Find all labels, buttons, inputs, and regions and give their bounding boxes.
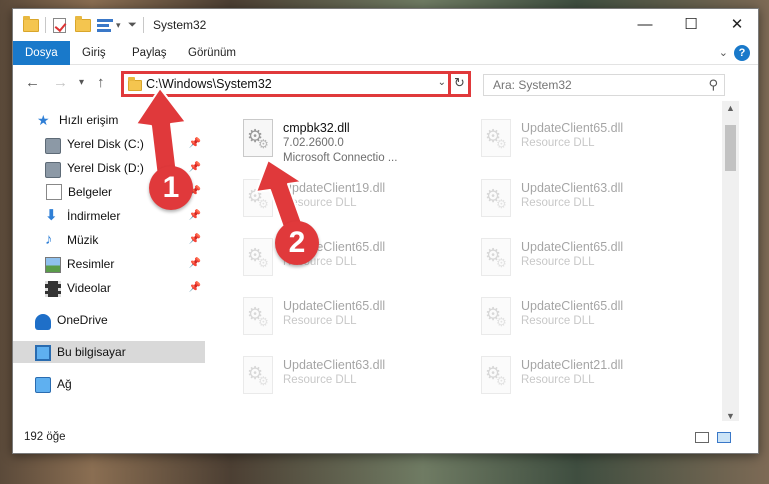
separator — [45, 17, 46, 33]
file-item[interactable]: UpdateClient19.dll Resource DLL — [233, 173, 463, 229]
sidebar-item-videos[interactable]: Videolar 📌 — [13, 277, 205, 299]
help-icon[interactable]: ? — [734, 45, 750, 61]
folder-icon — [128, 77, 142, 91]
step-1-callout: 1 — [149, 166, 193, 210]
address-dropdown-icon[interactable]: ⌄ — [438, 77, 446, 88]
music-icon: ♪ — [45, 231, 53, 248]
back-button[interactable]: ← — [25, 74, 40, 91]
new-folder-icon[interactable] — [75, 15, 91, 33]
properties-icon[interactable] — [97, 17, 113, 33]
navigation-pane: ★ Hızlı erişim Yerel Disk (C:) 📌 Yerel D… — [13, 101, 209, 423]
scroll-thumb[interactable] — [725, 125, 736, 171]
sidebar-item-quick-access[interactable]: ★ Hızlı erişim — [13, 109, 205, 131]
cloud-icon — [35, 314, 51, 330]
tab-home[interactable]: Giriş — [70, 41, 118, 65]
file-item[interactable]: UpdateClient63.dll Resource DLL — [233, 350, 463, 406]
pin-icon[interactable]: 📌 — [189, 258, 201, 269]
large-icons-view-icon[interactable] — [717, 432, 731, 443]
scroll-up-icon[interactable]: ▲ — [722, 103, 739, 113]
video-icon — [45, 280, 61, 297]
customize-toolbar-icon[interactable]: ▾ — [116, 17, 121, 33]
item-count: 192 öğe — [24, 431, 66, 443]
dll-file-icon — [243, 119, 273, 157]
address-path[interactable]: C:\Windows\System32 — [146, 77, 272, 91]
folder-icon[interactable] — [23, 15, 39, 33]
search-box[interactable]: ⚲ — [483, 74, 725, 96]
sidebar-item-onedrive[interactable]: OneDrive — [13, 309, 205, 331]
expand-ribbon-icon[interactable]: ⌄ — [719, 46, 728, 59]
file-item[interactable]: UpdateClient65.dll Resource DLL — [471, 291, 701, 347]
scroll-down-icon[interactable]: ▼ — [722, 411, 739, 421]
forward-button[interactable]: → — [53, 74, 68, 91]
document-icon — [46, 184, 62, 200]
maximize-button[interactable]: ☐ — [668, 9, 714, 39]
search-icon[interactable]: ⚲ — [708, 77, 718, 93]
pin-icon[interactable]: 📌 — [189, 138, 201, 149]
pin-icon[interactable]: 📌 — [189, 162, 201, 173]
pin-icon[interactable]: 📌 — [189, 234, 201, 245]
refresh-button[interactable]: ↻ — [448, 71, 468, 97]
vertical-scrollbar[interactable]: ▲ ▼ — [722, 101, 739, 423]
title-bar: ▾ ⏷ System32 — ☐ ✕ — [13, 9, 758, 41]
sidebar-item-pictures[interactable]: Resimler 📌 — [13, 253, 205, 275]
file-item[interactable]: UpdateClient65.dll Resource DLL — [233, 291, 463, 347]
dll-file-icon — [481, 238, 511, 276]
disk-icon — [45, 138, 61, 154]
disk-icon — [45, 162, 61, 178]
dll-file-icon — [243, 238, 273, 276]
details-view-icon[interactable] — [695, 432, 709, 443]
window-title: System32 — [153, 18, 207, 32]
pin-icon[interactable]: 📌 — [189, 282, 201, 293]
sidebar-item-network[interactable]: Ağ — [13, 373, 205, 395]
explorer-window: ▾ ⏷ System32 — ☐ ✕ Dosya Giriş Paylaş Gö… — [12, 8, 759, 454]
search-input[interactable] — [484, 75, 694, 95]
file-item[interactable]: UpdateClient21.dll Resource DLL — [471, 350, 701, 406]
status-bar: 192 öğe — [13, 421, 758, 453]
network-icon — [35, 377, 51, 393]
pin-icon[interactable]: 📌 — [189, 210, 201, 221]
recent-locations-button[interactable]: ▾ — [79, 77, 84, 88]
dll-file-icon — [481, 179, 511, 217]
ribbon: Dosya Giriş Paylaş Görünüm ⌄ ? — [13, 41, 758, 65]
address-bar[interactable]: C:\Windows\System32 ⌄ ↻ — [121, 71, 471, 97]
up-button[interactable]: ↑ — [97, 74, 105, 91]
tab-share[interactable]: Paylaş — [120, 41, 179, 65]
download-icon: ⬇ — [45, 207, 58, 224]
file-item[interactable]: UpdateClient65.dll Resource DLL — [471, 232, 701, 288]
dll-file-icon — [243, 356, 273, 394]
star-icon: ★ — [37, 112, 50, 128]
dll-file-icon — [243, 179, 273, 217]
address-row: ← → ▾ ↑ C:\Windows\System32 ⌄ ↻ ⚲ — [13, 66, 758, 100]
picture-icon — [45, 257, 61, 273]
file-item[interactable]: UpdateClient63.dll Resource DLL — [471, 173, 701, 229]
sidebar-item-this-pc[interactable]: Bu bilgisayar — [13, 341, 205, 363]
customize-quick-access-icon[interactable]: ⏷ — [128, 17, 137, 33]
properties-check-icon[interactable] — [53, 17, 66, 33]
minimize-button[interactable]: — — [622, 9, 668, 39]
sidebar-item-music[interactable]: ♪ Müzik 📌 — [13, 229, 205, 251]
close-button[interactable]: ✕ — [714, 9, 760, 39]
sidebar-item-local-disk-c[interactable]: Yerel Disk (C:) 📌 — [13, 133, 205, 155]
tab-view[interactable]: Görünüm — [176, 41, 248, 65]
dll-file-icon — [481, 297, 511, 335]
tab-file[interactable]: Dosya — [13, 41, 70, 65]
step-2-callout: 2 — [275, 221, 319, 265]
file-item-cmpbk32[interactable]: cmpbk32.dll 7.02.2600.0 Microsoft Connec… — [233, 113, 463, 169]
file-item[interactable]: UpdateClient65.dll Resource DLL — [233, 232, 463, 288]
dll-file-icon — [481, 356, 511, 394]
dll-file-icon — [243, 297, 273, 335]
computer-icon — [35, 345, 51, 361]
file-item[interactable]: UpdateClient65.dll Resource DLL — [471, 113, 701, 169]
dll-file-icon — [481, 119, 511, 157]
separator — [143, 17, 144, 33]
